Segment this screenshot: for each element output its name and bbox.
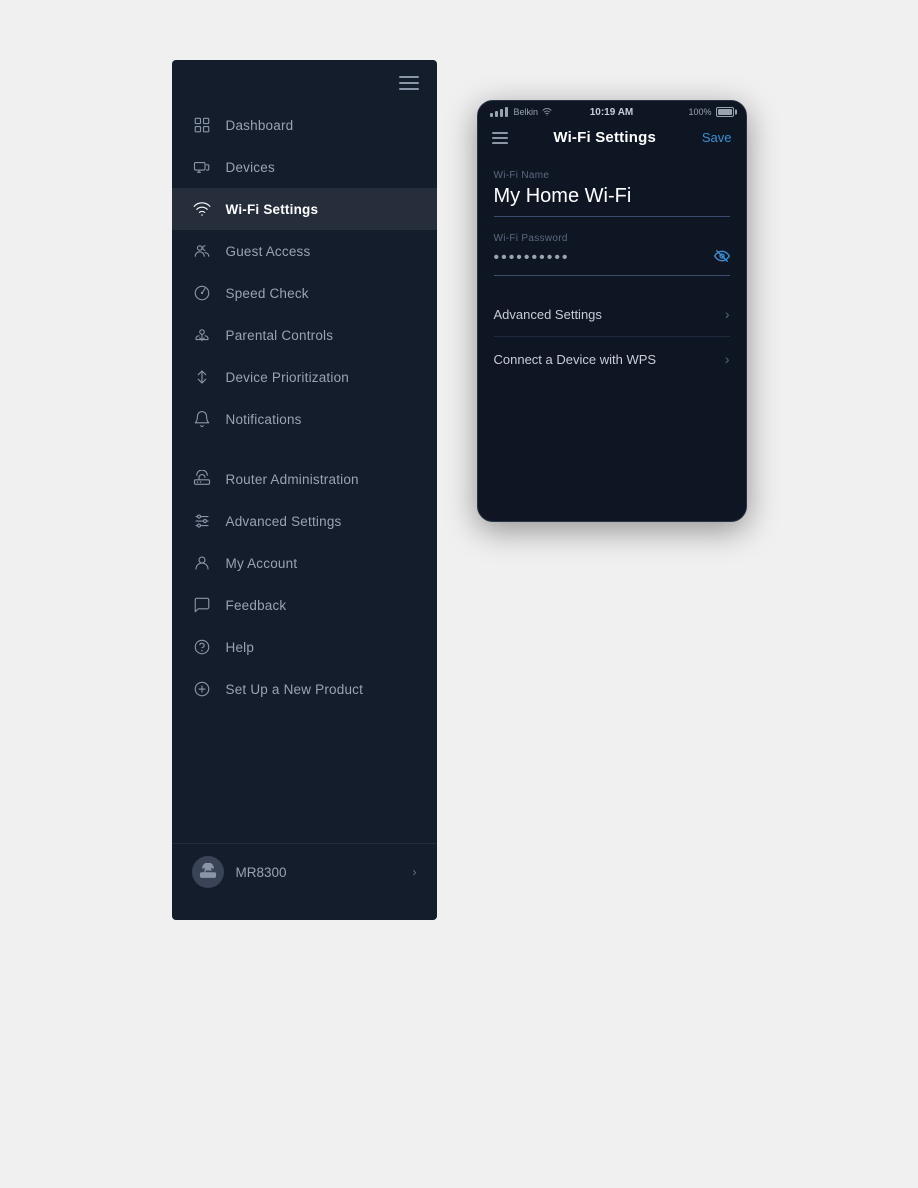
sidebar-item-notifications-label: Notifications — [226, 412, 302, 427]
sidebar-nav: Dashboard Devices Wi-Fi Settings — [172, 100, 437, 835]
wifi-password-label: Wi-Fi Password — [494, 233, 730, 244]
wifi-name-field: Wi-Fi Name My Home Wi-Fi — [494, 170, 730, 217]
phone-nav-bar: Wi-Fi Settings Save — [478, 121, 746, 154]
sidebar-item-feedback[interactable]: Feedback — [172, 584, 437, 626]
battery-icon — [716, 107, 734, 117]
advanced-settings-label: Advanced Settings — [494, 307, 602, 322]
sidebar-item-notifications[interactable]: Notifications — [172, 398, 437, 440]
advanced-settings-list-item[interactable]: Advanced Settings › — [494, 292, 730, 337]
sidebar-item-advanced-settings[interactable]: Advanced Settings — [172, 500, 437, 542]
signal-bars — [490, 107, 508, 117]
router-icon — [192, 469, 212, 489]
wps-label: Connect a Device with WPS — [494, 352, 657, 367]
notification-icon — [192, 409, 212, 429]
show-password-icon[interactable] — [714, 248, 730, 267]
phone-hamburger-button[interactable] — [492, 132, 508, 144]
sidebar-item-devices[interactable]: Devices — [172, 146, 437, 188]
carrier-name: Belkin — [514, 107, 539, 117]
sidebar: Dashboard Devices Wi-Fi Settings — [172, 60, 437, 920]
sidebar-item-wifi-settings[interactable]: Wi-Fi Settings — [172, 188, 437, 230]
sidebar-header — [172, 60, 437, 100]
wifi-name-label: Wi-Fi Name — [494, 170, 730, 181]
sidebar-item-speed-label: Speed Check — [226, 286, 309, 301]
sidebar-item-advanced-label: Advanced Settings — [226, 514, 342, 529]
sidebar-item-feedback-label: Feedback — [226, 598, 287, 613]
parental-icon — [192, 325, 212, 345]
sidebar-item-help-label: Help — [226, 640, 255, 655]
phone-mockup: Belkin 10:19 AM 100% Wi-Fi Settings — [477, 100, 747, 522]
phone-save-button[interactable]: Save — [702, 130, 732, 145]
wifi-password-field: Wi-Fi Password •••••••••• — [494, 233, 730, 276]
sidebar-footer: MR8300 › — [172, 843, 437, 900]
wifi-password-value[interactable]: •••••••••• — [494, 248, 730, 276]
speed-icon — [192, 283, 212, 303]
sidebar-item-setup-label: Set Up a New Product — [226, 682, 364, 697]
add-icon — [192, 679, 212, 699]
phone-list: Advanced Settings › Connect a Device wit… — [494, 292, 730, 381]
sidebar-item-speed-check[interactable]: Speed Check — [172, 272, 437, 314]
sidebar-item-router-label: Router Administration — [226, 472, 359, 487]
phone-status-bar: Belkin 10:19 AM 100% — [478, 101, 746, 121]
priority-icon — [192, 367, 212, 387]
hamburger-button[interactable] — [399, 76, 419, 90]
sidebar-item-dashboard[interactable]: Dashboard — [172, 104, 437, 146]
wps-chevron-icon: › — [725, 351, 730, 367]
wifi-icon — [192, 199, 212, 219]
status-right: 100% — [688, 107, 733, 117]
page-wrapper: Dashboard Devices Wi-Fi Settings — [0, 0, 918, 1188]
wps-list-item[interactable]: Connect a Device with WPS › — [494, 337, 730, 381]
sidebar-item-setup-new[interactable]: Set Up a New Product — [172, 668, 437, 710]
sidebar-item-help[interactable]: Help — [172, 626, 437, 668]
sidebar-item-guest-label: Guest Access — [226, 244, 311, 259]
feedback-icon — [192, 595, 212, 615]
help-icon — [192, 637, 212, 657]
devices-icon — [192, 157, 212, 177]
sidebar-item-account-label: My Account — [226, 556, 298, 571]
device-avatar — [192, 856, 224, 888]
device-chevron-icon: › — [413, 865, 417, 879]
device-item[interactable]: MR8300 › — [172, 844, 437, 900]
sidebar-item-guest-access[interactable]: Guest Access — [172, 230, 437, 272]
wifi-name-value[interactable]: My Home Wi-Fi — [494, 185, 730, 217]
phone-page-title: Wi-Fi Settings — [508, 129, 702, 146]
sidebar-item-dashboard-label: Dashboard — [226, 118, 294, 133]
sidebar-item-device-prioritization[interactable]: Device Prioritization — [172, 356, 437, 398]
phone-wrapper: Belkin 10:19 AM 100% Wi-Fi Settings — [477, 100, 747, 522]
status-left: Belkin — [490, 107, 554, 117]
dashboard-icon — [192, 115, 212, 135]
sidebar-item-my-account[interactable]: My Account — [172, 542, 437, 584]
status-time: 10:19 AM — [590, 107, 634, 118]
battery-percentage: 100% — [688, 107, 711, 117]
advanced-settings-chevron-icon: › — [725, 306, 730, 322]
device-name: MR8300 — [236, 865, 401, 880]
guest-icon — [192, 241, 212, 261]
settings-icon — [192, 511, 212, 531]
sidebar-item-devices-label: Devices — [226, 160, 275, 175]
sidebar-item-parental-label: Parental Controls — [226, 328, 334, 343]
wifi-status-icon — [541, 107, 553, 117]
sidebar-item-parental-controls[interactable]: Parental Controls — [172, 314, 437, 356]
sidebar-item-priority-label: Device Prioritization — [226, 370, 350, 385]
sidebar-item-wifi-label: Wi-Fi Settings — [226, 202, 319, 217]
sidebar-item-router-admin[interactable]: Router Administration — [172, 458, 437, 500]
account-icon — [192, 553, 212, 573]
phone-content: Wi-Fi Name My Home Wi-Fi Wi-Fi Password … — [478, 154, 746, 521]
